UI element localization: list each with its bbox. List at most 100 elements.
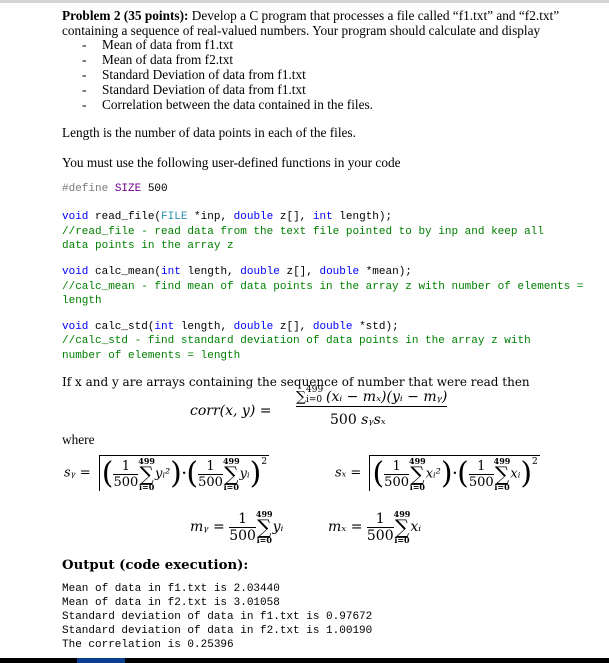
term: yᵢ	[272, 519, 284, 535]
frac-numerator: 1	[113, 459, 139, 475]
sigma-symbol: ∑	[139, 462, 154, 486]
summation: 499 ∑ i=0	[138, 457, 155, 491]
fraction: 1 500	[229, 511, 256, 544]
param: z[],	[279, 266, 320, 278]
type-name: FILE	[161, 211, 188, 223]
sum-lower: i=0	[138, 482, 155, 492]
function-name: calc_mean(	[88, 266, 162, 278]
output-heading: Output (code execution):	[62, 558, 249, 573]
define-line: #define SIZE 500	[62, 182, 168, 197]
list-item-text: Standard Deviation of data from f1.txt	[102, 67, 306, 82]
sum-lower: i=0	[409, 482, 425, 492]
term: xᵢ	[510, 466, 521, 482]
output-line: Standard deviation of data in f1.txt is …	[62, 611, 373, 623]
bullet-dash: -	[82, 82, 87, 97]
sum-lower: i=0	[256, 535, 272, 545]
keyword: double	[319, 266, 360, 278]
denominator-number: 500	[330, 412, 362, 428]
bullet-dash: -	[82, 67, 87, 82]
param: *inp,	[187, 211, 234, 223]
mx-formula: mₓ = 1 500 499 ∑ i=0 xᵢ	[328, 510, 421, 544]
calc-std-signature: void calc_std(int length, double z[], do…	[62, 320, 399, 335]
list-item: - Correlation between the data contained …	[82, 97, 373, 112]
corr-numerator: ∑ 499 i=0 (xᵢ − mₓ)(yᵢ − mᵧ)	[296, 385, 448, 407]
param: *std);	[352, 321, 399, 333]
bullet-dash: -	[82, 97, 87, 112]
list-item-text: Mean of data from f1.txt	[102, 37, 234, 52]
intro-text: Develop a C program that processes a fil…	[188, 8, 560, 23]
frac-numerator: 1	[366, 511, 394, 528]
frac-denominator: 500	[366, 527, 394, 544]
list-item: - Mean of data from f2.txt	[82, 52, 373, 67]
sy-formula: sᵧ = (1 500 499 ∑ i=0 yᵢ²)·(1 500 499 ∑ i=0 yᵢ)2	[64, 455, 270, 491]
term: yᵢ²	[154, 466, 171, 482]
list-item: - Standard Deviation of data from f1.txt	[82, 82, 373, 97]
must-use-note: You must use the following user-defined …	[62, 155, 401, 170]
sigma-symbol: ∑	[410, 462, 425, 486]
keyword: double	[233, 321, 274, 333]
fraction: 1 500	[113, 459, 139, 490]
param: *mean);	[359, 266, 412, 278]
sigma-symbol: ∑	[257, 515, 272, 539]
output-line: Standard deviation of data in f2.txt is …	[62, 625, 373, 637]
term: yᵢ	[239, 466, 250, 482]
output-line: The correlation is 0.25396	[62, 639, 234, 651]
where-label: where	[62, 432, 95, 447]
sum-lower-limit: i=0	[306, 395, 323, 405]
problem-intro-line1: Problem 2 (35 points): Develop a C progr…	[62, 8, 559, 23]
output-line: Mean of data in f1.txt is 2.03440	[62, 583, 280, 595]
sx-formula: sₓ = (1 500 499 ∑ i=0 xᵢ²)·(1 500 499 ∑ i=0 xᵢ)2	[335, 455, 540, 491]
keyword: double	[233, 211, 274, 223]
bullet-dash: -	[82, 52, 87, 67]
sigma-symbol: ∑	[296, 389, 306, 405]
corr-denominator: 500 sᵧsₓ	[330, 412, 386, 428]
read-file-comment-2: data points in the array z	[62, 240, 234, 252]
summation: 499 ∑ i=0	[256, 510, 273, 544]
denominator-vars: sᵧsₓ	[361, 412, 386, 428]
sum-upper-limit: 499	[306, 385, 324, 395]
sigma-symbol: ∑	[494, 462, 510, 486]
param: z[],	[273, 321, 313, 333]
problem-intro-line2: containing a sequence of real-valued num…	[62, 23, 541, 38]
param: z[],	[273, 211, 313, 223]
length-note: Length is the number of data points in e…	[62, 125, 356, 140]
frac-numerator: 1	[468, 459, 494, 475]
summation: 499 ∑ i=0	[394, 510, 411, 544]
sigma-symbol: ∑	[394, 515, 410, 539]
read-file-comment-1: //read_file - read data from the text fi…	[62, 226, 544, 238]
my-formula: mᵧ = 1 500 499 ∑ i=0 yᵢ	[190, 510, 283, 544]
sum-lower: i=0	[494, 482, 510, 492]
corr-numerator-terms: (xᵢ − mₓ)(yᵢ − mᵧ)	[326, 389, 448, 405]
fraction: 1 500	[468, 459, 494, 490]
list-item: - Standard Deviation of data from f1.txt	[82, 67, 373, 82]
frac-denominator: 500	[198, 474, 223, 490]
summation: 499 ∑ i=0	[409, 457, 426, 491]
bullet-dash: -	[82, 37, 87, 52]
list-item-text: Standard Deviation of data from f1.txt	[102, 82, 306, 97]
calc-std-comment-2: number of elements = length	[62, 350, 241, 362]
keyword: int	[312, 211, 333, 223]
fraction: 1 500	[384, 459, 409, 490]
keyword: double	[312, 321, 353, 333]
sqrt-radical: (1 500 499 ∑ i=0 yᵢ²)·(1 500 499 ∑ i=0 yᵢ)2	[98, 455, 270, 491]
term: xᵢ²	[425, 466, 441, 482]
output-line: Mean of data in f2.txt is 3.01058	[62, 597, 280, 609]
list-item: - Mean of data from f1.txt	[82, 37, 373, 52]
bottom-accent	[77, 658, 125, 663]
frac-denominator: 500	[468, 474, 494, 490]
frac-numerator: 1	[229, 511, 256, 528]
define-directive: #define	[62, 183, 115, 195]
function-name: read_file(	[88, 211, 162, 223]
summation: 499 ∑ i=0	[223, 457, 240, 491]
frac-numerator: 1	[384, 459, 409, 475]
term: xᵢ	[410, 519, 422, 535]
keyword: double	[240, 266, 280, 278]
requirements-list: - Mean of data from f1.txt - Mean of data …	[82, 37, 373, 112]
frac-denominator: 500	[384, 474, 409, 490]
top-border	[0, 0, 609, 3]
keyword: int	[154, 321, 175, 333]
read-file-signature: void read_file(FILE *inp, double z[], in…	[62, 210, 392, 225]
macro-name: SIZE	[114, 183, 142, 195]
list-item-text: Correlation between the data contained i…	[102, 97, 374, 112]
calc-mean-comment-1: //calc_mean - find mean of data points i…	[62, 281, 584, 293]
